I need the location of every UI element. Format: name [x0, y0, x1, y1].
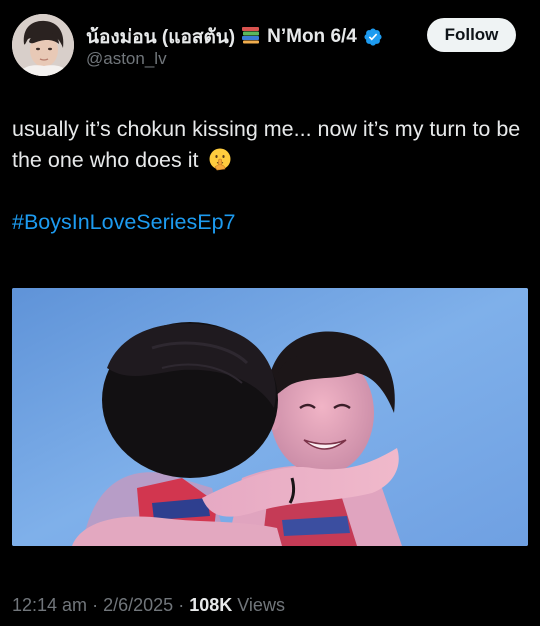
- follow-button[interactable]: Follow: [427, 18, 516, 52]
- meta-separator: ·: [92, 595, 99, 615]
- views-label: Views: [237, 595, 285, 615]
- tweet-text-content: usually it’s chokun kissing me... now it…: [12, 117, 521, 172]
- avatar[interactable]: [12, 14, 74, 76]
- author-handle[interactable]: @aston_lv: [86, 49, 167, 69]
- books-icon: [241, 26, 261, 49]
- tweet-meta: 12:14 am · 2/6/2025 · 108K Views: [12, 595, 285, 616]
- shushing-face-icon: [208, 147, 232, 171]
- author-name-row[interactable]: น้องม่อน (แอสตัน) N’Mon 6/4: [86, 22, 383, 52]
- views-count: 108K: [189, 595, 233, 615]
- tweet-date[interactable]: 2/6/2025: [103, 595, 173, 615]
- meta-separator: ·: [178, 595, 185, 615]
- hashtag-link[interactable]: #BoysInLoveSeriesEp7: [12, 210, 236, 235]
- author-display-name-suffix[interactable]: N’Mon 6/4: [267, 26, 357, 48]
- tweet-media-image[interactable]: [12, 288, 528, 546]
- verified-badge-icon: [363, 27, 383, 47]
- tweet-text: usually it’s chokun kissing me... now it…: [12, 114, 522, 176]
- video-still-image: [12, 288, 528, 546]
- author-display-name[interactable]: น้องม่อน (แอสตัน): [86, 22, 235, 52]
- tweet: น้องม่อน (แอสตัน) N’Mon 6/4 @aston_lv Fo…: [0, 0, 540, 626]
- avatar-image: [12, 14, 74, 76]
- tweet-time[interactable]: 12:14 am: [12, 595, 87, 615]
